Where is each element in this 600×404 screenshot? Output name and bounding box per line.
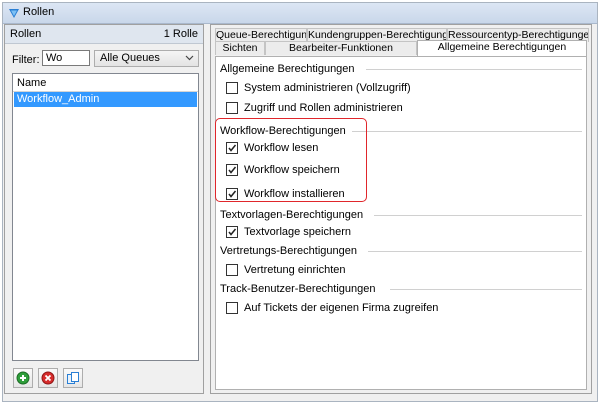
- checkbox-box[interactable]: [226, 164, 238, 176]
- checkmark-icon: [228, 228, 237, 236]
- roles-count: 1 Rolle: [163, 28, 198, 40]
- roles-list[interactable]: Name Workflow_Admin: [12, 73, 199, 361]
- checkbox-box[interactable]: [226, 188, 238, 200]
- delete-icon: [41, 371, 55, 385]
- copy-icon: [67, 372, 79, 384]
- queue-select[interactable]: Alle Queues: [94, 50, 199, 67]
- checkbox-box[interactable]: [226, 264, 238, 276]
- group-label: Vertretungs-Berechtigungen: [220, 245, 361, 257]
- group-textvorlagen-berechtigungen: Textvorlagen-Berechtigungen: [220, 209, 582, 221]
- permissions-panel: Queue-Berechtigungen Kundengruppen-Berec…: [210, 24, 592, 394]
- tab-bearbeiter-funktionen[interactable]: Bearbeiter-Funktionen: [265, 41, 417, 55]
- checkbox-label: Workflow installieren: [244, 188, 345, 200]
- add-icon: [16, 371, 30, 385]
- group-workflow-berechtigungen: Workflow-Berechtigungen: [220, 125, 582, 137]
- checkbox-box[interactable]: [226, 302, 238, 314]
- group-divider: [352, 131, 582, 132]
- checkbox-label: Textvorlage speichern: [244, 226, 352, 238]
- checkbox-label: Workflow speichern: [244, 164, 340, 176]
- group-label: Allgemeine Berechtigungen: [220, 63, 359, 75]
- tab-allgemeine-berechtigungen[interactable]: Allgemeine Berechtigungen: [417, 40, 587, 56]
- group-divider: [374, 215, 582, 216]
- group-divider: [390, 289, 582, 290]
- checkmark-icon: [228, 190, 237, 198]
- tab-sichten[interactable]: Sichten: [215, 41, 265, 55]
- group-vertretungs-berechtigungen: Vertretungs-Berechtigungen: [220, 245, 582, 257]
- filter-label: Filter:: [12, 54, 40, 66]
- roles-panel-title: Rollen: [10, 28, 42, 40]
- group-label: Textvorlagen-Berechtigungen: [220, 209, 368, 221]
- window-title: Rollen: [23, 6, 55, 18]
- copy-role-button[interactable]: [63, 368, 83, 388]
- list-item[interactable]: Workflow_Admin: [14, 92, 197, 107]
- group-divider: [366, 69, 582, 70]
- checkbox-box[interactable]: [226, 102, 238, 114]
- checkbox-label: Workflow lesen: [244, 142, 319, 154]
- group-label: Track-Benutzer-Berechtigungen: [220, 283, 380, 295]
- add-role-button[interactable]: [13, 368, 33, 388]
- checkmark-icon: [228, 144, 237, 152]
- checkbox-label: Auf Tickets der eigenen Firma zugreifen: [244, 302, 439, 314]
- tab-queue-berechtigungen[interactable]: Queue-Berechtigungen: [215, 28, 307, 42]
- checkbox-box[interactable]: [226, 226, 238, 238]
- checkbox-box[interactable]: [226, 142, 238, 154]
- delete-role-button[interactable]: [38, 368, 58, 388]
- list-header[interactable]: Name: [13, 74, 198, 92]
- filter-input[interactable]: [42, 50, 90, 66]
- list-item-label: Workflow_Admin: [17, 93, 100, 105]
- checkbox-label: Vertretung einrichten: [244, 264, 346, 276]
- tab-content: Allgemeine Berechtigungen System adminis…: [215, 56, 587, 390]
- checkbox-label: System administrieren (Vollzugriff): [244, 82, 411, 94]
- chevron-down-icon: [185, 55, 194, 61]
- group-allgemeine-berechtigungen: Allgemeine Berechtigungen: [220, 63, 582, 75]
- group-divider: [368, 251, 582, 252]
- checkbox-label: Zugriff und Rollen administrieren: [244, 102, 403, 114]
- checkmark-icon: [228, 166, 237, 174]
- roles-panel: Rollen 1 Rolle Filter: Alle Queues Name …: [4, 24, 204, 394]
- queue-select-value: Alle Queues: [100, 52, 160, 64]
- app-icon: [9, 9, 19, 18]
- group-track-benutzer-berechtigungen: Track-Benutzer-Berechtigungen: [220, 283, 582, 295]
- title-bar: Rollen: [3, 3, 597, 24]
- checkbox-box[interactable]: [226, 82, 238, 94]
- list-header-name: Name: [17, 77, 47, 89]
- roles-panel-header: Rollen 1 Rolle: [5, 25, 203, 44]
- group-label: Workflow-Berechtigungen: [220, 125, 350, 137]
